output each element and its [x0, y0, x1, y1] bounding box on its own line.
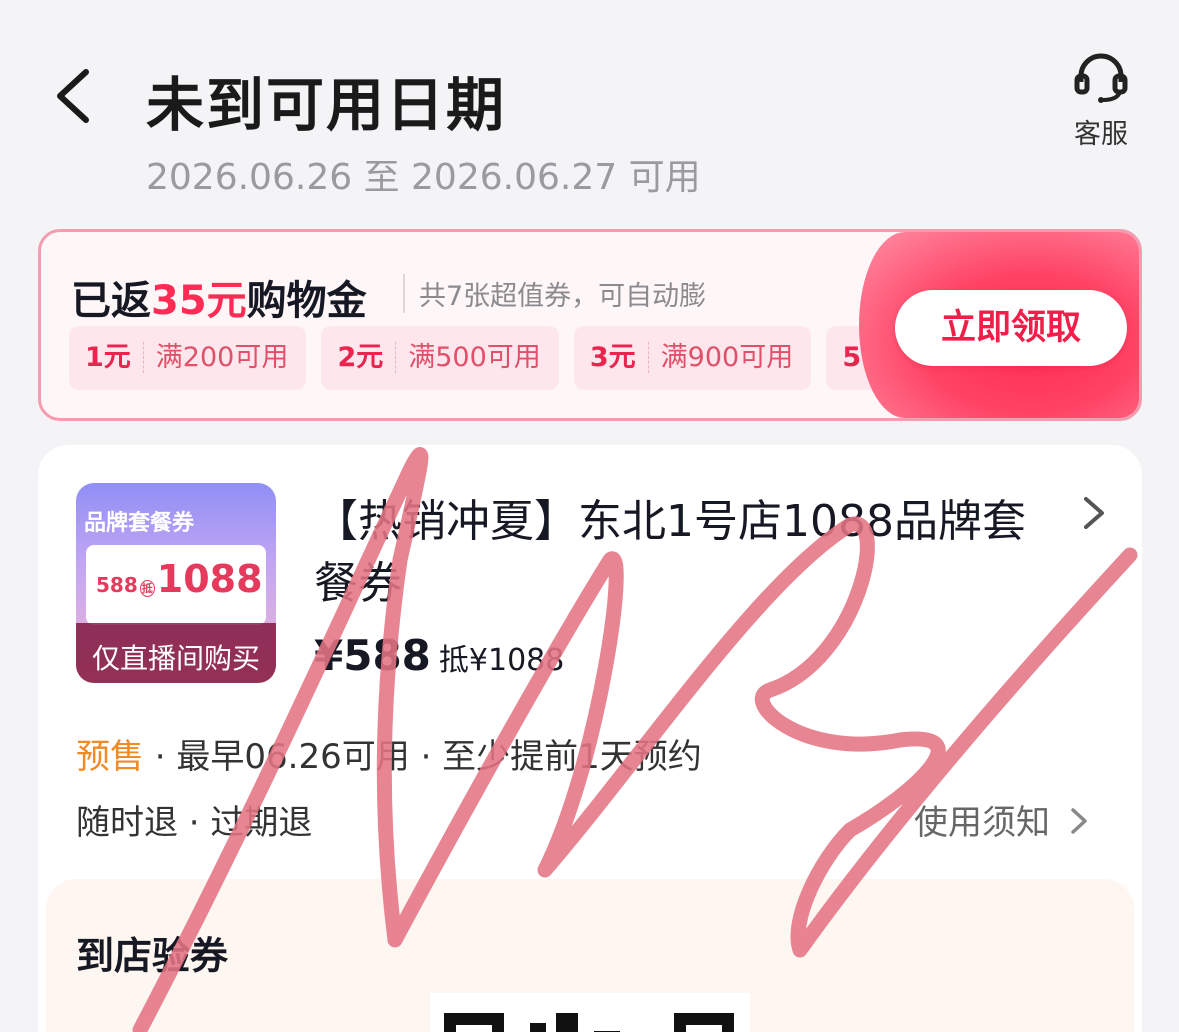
coupon-value: 3元 — [589, 342, 649, 373]
coupon-chip: 2元 满500可用 — [321, 326, 559, 390]
usage-notice-link[interactable]: 使用须知 — [914, 795, 1091, 844]
customer-service-button[interactable]: 客服 — [1066, 52, 1136, 151]
banner-title: 已返35元购物金 — [71, 268, 367, 326]
qr-code-pattern — [444, 1013, 734, 1032]
product-detail-arrow[interactable] — [1078, 493, 1108, 533]
banner-title-prefix: 已返 — [71, 278, 151, 324]
coupon-value: 1元 — [85, 342, 144, 373]
thumbnail-price-small: 588 — [96, 573, 138, 597]
availability-line: 预售 · 最早06.26可用 · 至少提前1天预约 — [76, 729, 702, 778]
product-title[interactable]: 【热销冲夏】东北1号店1088品牌套餐券 — [314, 491, 1034, 615]
availability-text: · 最早06.26可用 · 至少提前1天预约 — [144, 737, 702, 777]
thumbnail-price-tag: 抵 — [139, 580, 155, 597]
coupon-condition: 满200可用 — [155, 342, 289, 373]
verify-title: 到店验券 — [76, 934, 229, 978]
chevron-right-icon — [1071, 808, 1087, 834]
chevron-right-icon — [1084, 497, 1104, 529]
chevron-left-icon — [57, 69, 89, 123]
coupon-condition: 满500可用 — [408, 342, 541, 373]
banner-amount: 35元 — [151, 278, 247, 324]
page-title: 未到可用日期 — [146, 71, 507, 139]
banner-subtitle: 共7张超值券，可自动膨 — [403, 274, 706, 313]
thumbnail-label: 品牌套餐券 — [84, 511, 195, 536]
thumbnail-ticket: 588 抵 1088 — [86, 545, 266, 625]
claim-button[interactable]: 立即领取 — [895, 290, 1127, 366]
coupon-chip: 3元 满900可用 — [573, 326, 812, 390]
qr-code[interactable] — [430, 993, 750, 1032]
thumbnail-price-big: 1088 — [156, 557, 263, 601]
coupon-list: 1元 满200可用 2元 满500可用 3元 满900可用 5 — [69, 326, 899, 396]
shopping-credit-banner: 已返35元购物金 共7张超值券，可自动膨 1元 满200可用 2元 满500可用 3… — [38, 229, 1142, 421]
customer-service-label: 客服 — [1074, 119, 1128, 150]
coupon-value: 2元 — [337, 342, 397, 373]
presale-tag: 预售 — [76, 737, 144, 777]
coupon-condition: 满900可用 — [660, 342, 794, 373]
thumbnail-live-only-label: 仅直播间购买 — [76, 623, 276, 683]
refund-policy: 随时退 · 过期退 — [76, 803, 313, 843]
product-price: ¥588 — [314, 631, 431, 680]
back-button[interactable] — [50, 66, 100, 126]
top-bar: 未到可用日期 2026.06.26 至 2026.06.27 可用 客服 — [0, 0, 1179, 220]
product-thumbnail[interactable]: 品牌套餐券 588 抵 1088 仅直播间购买 — [76, 483, 276, 683]
thumbnail-price: 588 抵 1088 — [96, 557, 263, 601]
banner-title-suffix: 购物金 — [246, 278, 367, 324]
headset-icon — [1074, 53, 1128, 103]
verify-section: 到店验券 — [46, 879, 1134, 1032]
price-row: ¥588 抵¥1088 — [314, 631, 564, 680]
product-card: 品牌套餐券 588 抵 1088 仅直播间购买 【热销冲夏】东北1号店1088品牌套… — [38, 445, 1142, 1032]
product-deduct: 抵¥1088 — [438, 643, 565, 678]
usage-notice-label: 使用须知 — [914, 803, 1050, 843]
validity-period: 2026.06.26 至 2026.06.27 可用 — [146, 157, 701, 198]
coupon-chip: 1元 满200可用 — [69, 326, 307, 390]
